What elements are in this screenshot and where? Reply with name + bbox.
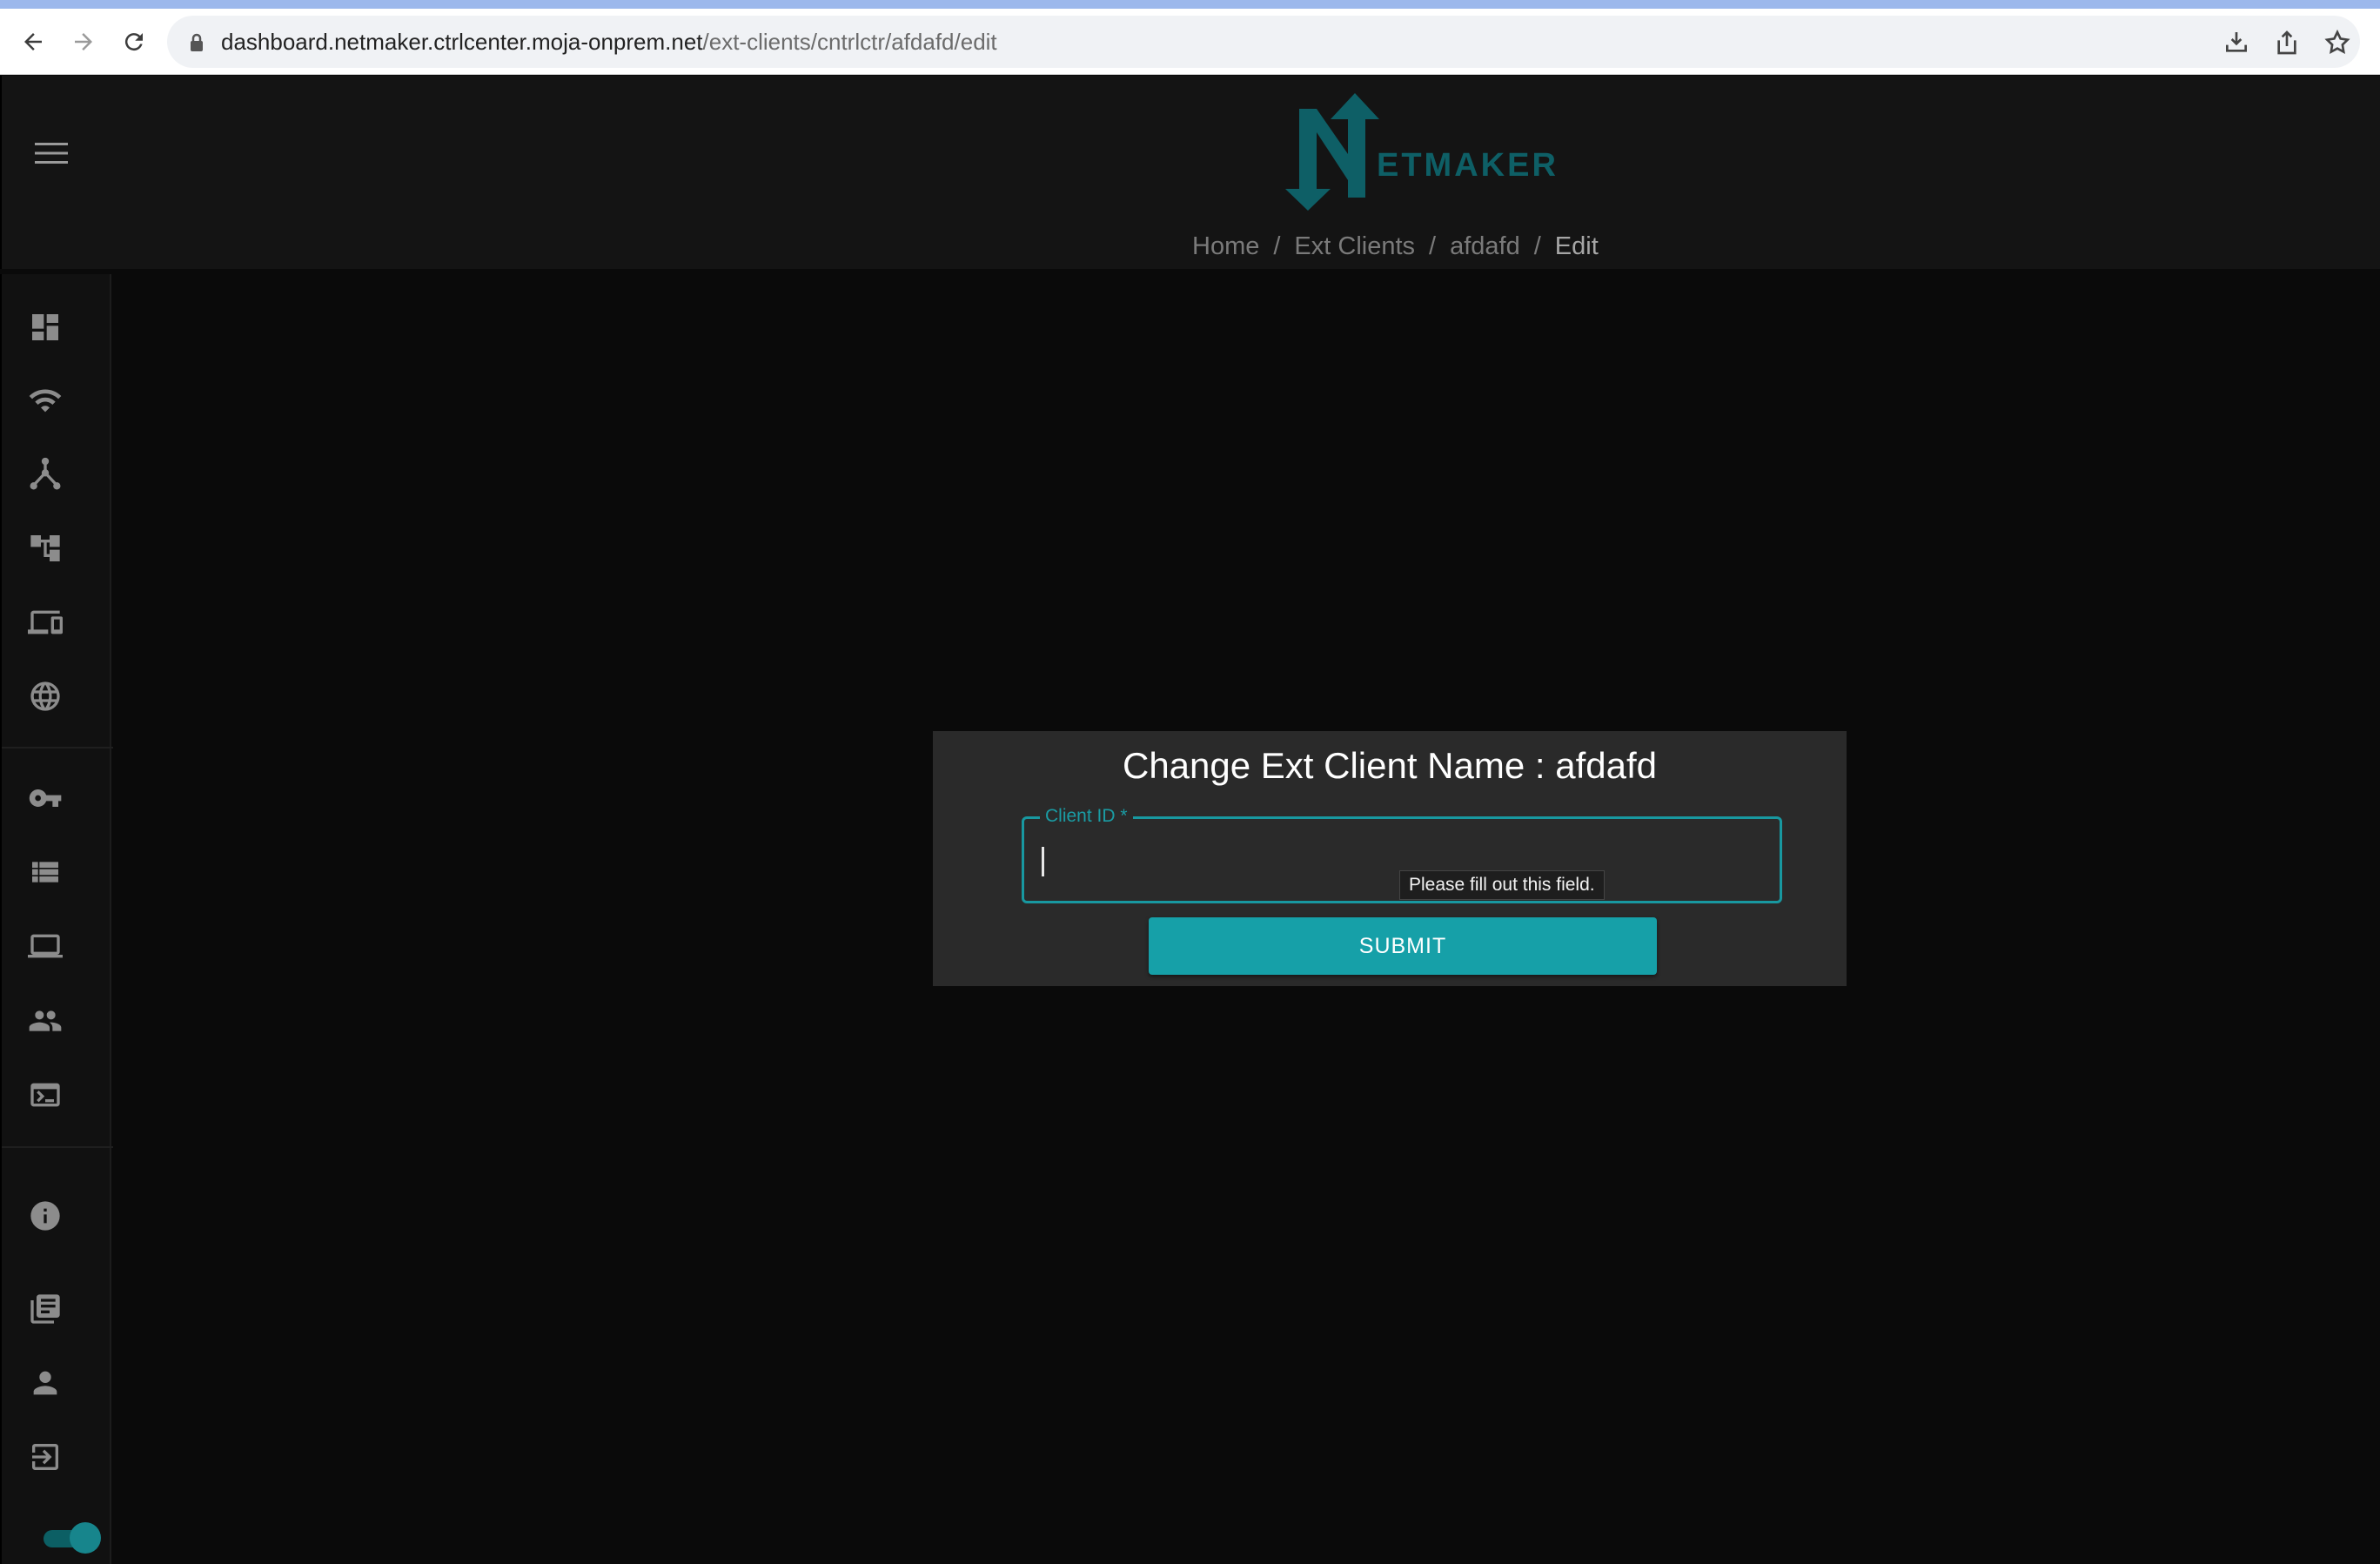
reload-icon[interactable] xyxy=(117,24,151,59)
download-icon[interactable] xyxy=(2222,29,2250,57)
hub-icon[interactable] xyxy=(26,455,64,493)
app-header: ETMAKER Home / Ext Clients / afdafd / Edit xyxy=(0,76,2380,269)
netmaker-logo[interactable]: ETMAKER xyxy=(1285,93,1564,211)
key-icon[interactable] xyxy=(26,779,64,817)
back-icon[interactable] xyxy=(16,24,50,59)
forward-icon[interactable] xyxy=(66,24,101,59)
info-icon[interactable] xyxy=(26,1197,64,1235)
dashboard-icon[interactable] xyxy=(26,308,64,346)
url-path: /ext-clients/cntrlctr/afdafd/edit xyxy=(702,29,997,55)
edit-client-dialog: Change Ext Client Name : afdafd Client I… xyxy=(933,731,1847,986)
person-icon[interactable] xyxy=(26,1364,64,1402)
bookmark-star-icon[interactable] xyxy=(2323,29,2351,57)
toggle-thumb xyxy=(70,1522,101,1554)
breadcrumb-ext-clients[interactable]: Ext Clients xyxy=(1294,232,1415,260)
share-icon[interactable] xyxy=(2273,29,2301,57)
submit-button[interactable]: SUBMIT xyxy=(1149,917,1657,975)
browser-toolbar: dashboard.netmaker.ctrlcenter.moja-onpre… xyxy=(0,9,2380,75)
library-books-icon[interactable] xyxy=(26,1290,64,1328)
list-icon[interactable] xyxy=(26,853,64,891)
breadcrumb-separator: / xyxy=(1429,232,1437,260)
logout-icon[interactable] xyxy=(26,1438,64,1476)
sidebar-divider xyxy=(2,1146,113,1148)
url-text: dashboard.netmaker.ctrlcenter.moja-onpre… xyxy=(221,29,997,56)
breadcrumb-separator: / xyxy=(1533,232,1541,260)
laptop-icon[interactable] xyxy=(26,927,64,965)
devices-icon[interactable] xyxy=(26,603,64,641)
breadcrumb: Home / Ext Clients / afdafd / Edit xyxy=(1192,232,1599,261)
url-host: dashboard.netmaker.ctrlcenter.moja-onpre… xyxy=(221,29,703,55)
terminal-icon[interactable] xyxy=(26,1076,64,1114)
breadcrumb-separator: / xyxy=(1273,232,1281,260)
validation-tooltip: Please fill out this field. xyxy=(1399,870,1605,900)
lock-icon xyxy=(191,33,203,51)
wifi-icon[interactable] xyxy=(26,381,64,420)
text-caret xyxy=(1042,847,1044,876)
address-bar[interactable]: dashboard.netmaker.ctrlcenter.moja-onpre… xyxy=(167,16,2360,68)
dialog-title: Change Ext Client Name : afdafd xyxy=(1122,745,1657,786)
breadcrumb-current: Edit xyxy=(1554,232,1599,260)
breadcrumb-home[interactable]: Home xyxy=(1192,232,1259,260)
people-icon[interactable] xyxy=(26,1002,64,1040)
sidebar xyxy=(0,274,113,1564)
logo-text: ETMAKER xyxy=(1377,147,1559,184)
account-tree-icon[interactable] xyxy=(26,529,64,567)
window-top-stripe xyxy=(0,0,2380,9)
menu-icon[interactable] xyxy=(35,141,68,165)
globe-icon[interactable] xyxy=(26,677,64,715)
theme-toggle[interactable] xyxy=(42,1522,103,1554)
sidebar-divider xyxy=(2,747,113,748)
breadcrumb-client[interactable]: afdafd xyxy=(1450,232,1520,260)
